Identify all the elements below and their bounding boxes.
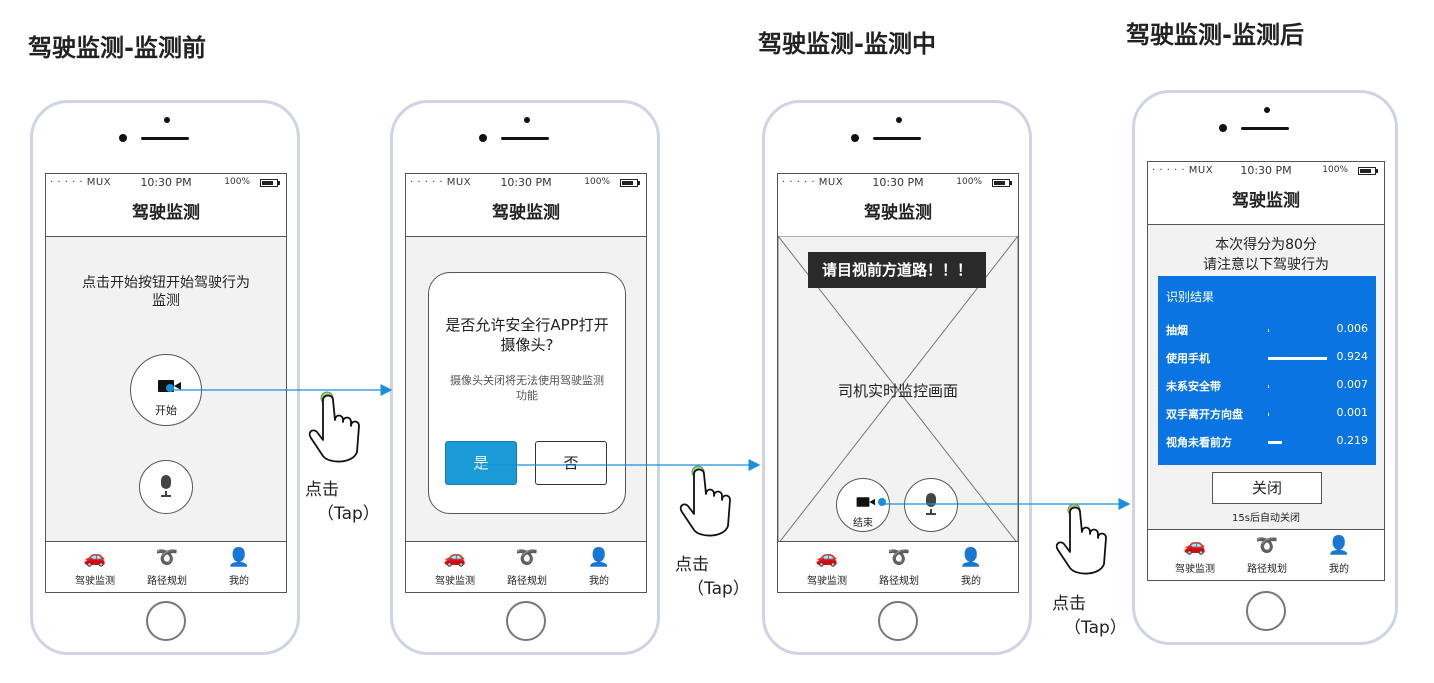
- tap-hand-icon: [308, 391, 360, 463]
- tap-hand-icon: [679, 465, 731, 537]
- flow-end-dot: [878, 498, 886, 506]
- tap-hand-icon: [1055, 503, 1107, 575]
- tap-label-1: 点击 （Tap）: [305, 480, 380, 524]
- tap-label-2: 点击 （Tap）: [675, 555, 750, 599]
- tap-label-3: 点击 （Tap）: [1052, 594, 1127, 638]
- flow-start-dot: [166, 384, 174, 392]
